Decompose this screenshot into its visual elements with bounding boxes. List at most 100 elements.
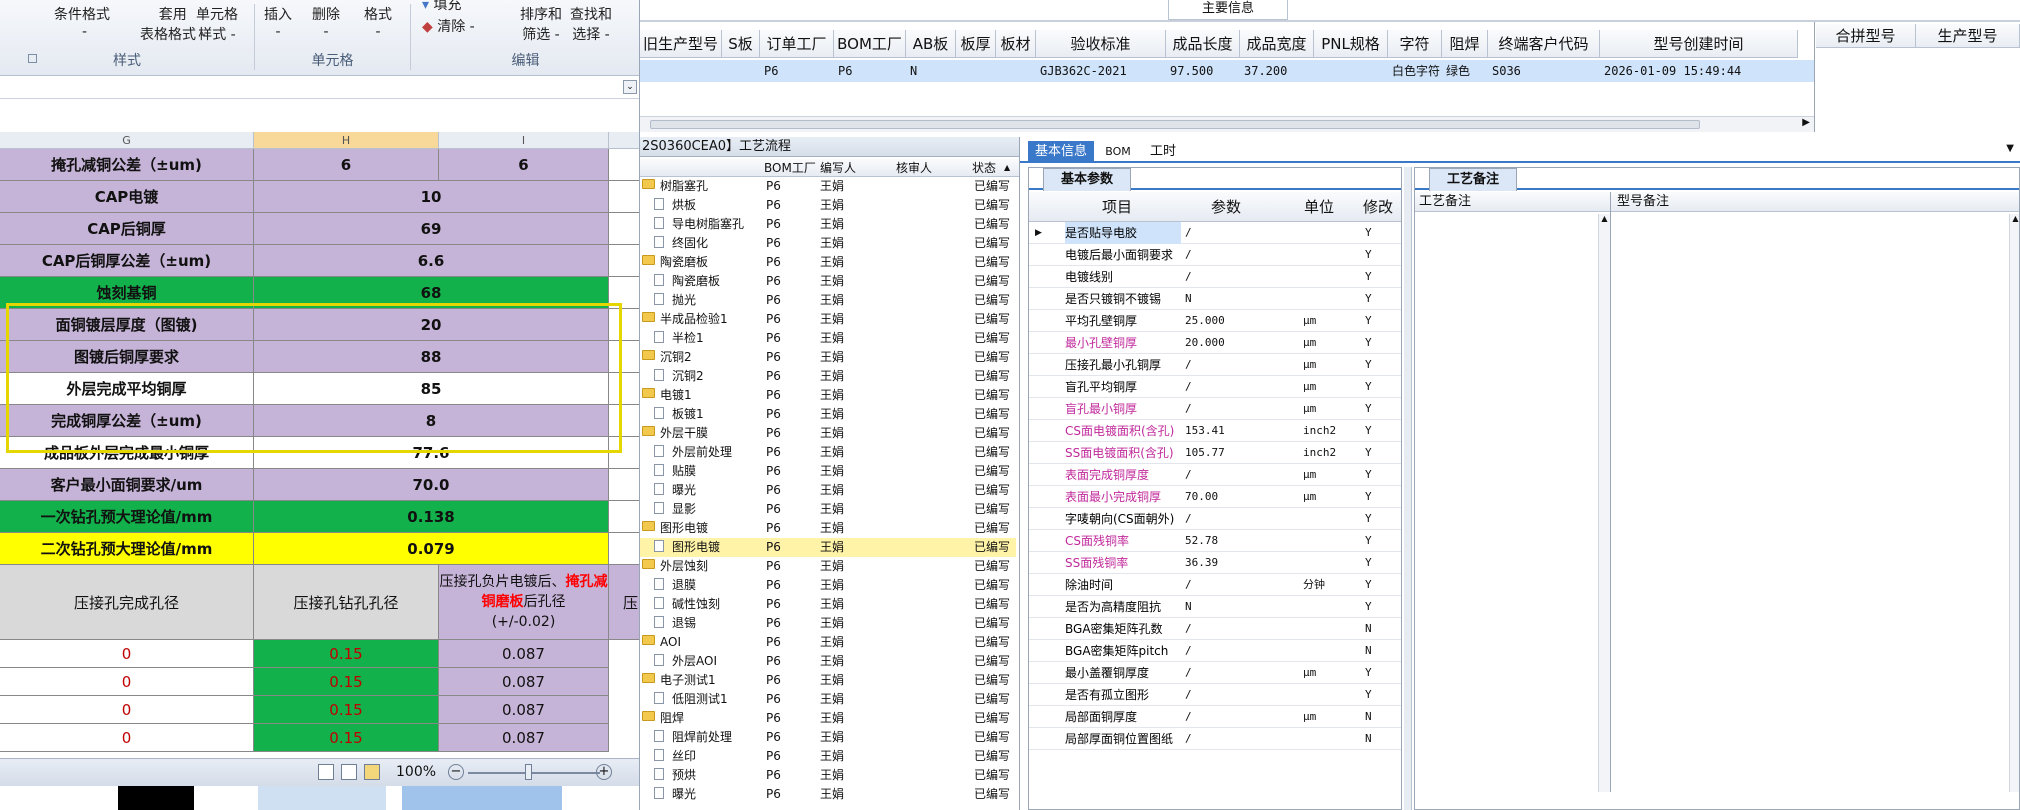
column-header-j[interactable] — [609, 132, 639, 149]
lower-cell-i[interactable]: 0.087 — [439, 668, 609, 696]
param-row[interactable]: 电镀后最小面铜要求 / Y — [1029, 244, 1401, 266]
lower-cell-i[interactable]: 0.087 — [439, 696, 609, 724]
process-row[interactable]: 外层前处理 P6 王娟 已编写 — [640, 443, 1016, 462]
process-row[interactable]: 贴膜 P6 王娟 已编写 — [640, 462, 1016, 481]
expand-formula-icon[interactable]: ⌄ — [623, 80, 637, 94]
header-item[interactable]: 项目 — [1067, 192, 1167, 222]
process-row[interactable]: 陶瓷磨板 P6 王娟 已编写 — [640, 272, 1016, 291]
column-header-h[interactable]: H — [254, 132, 439, 149]
horizontal-scrollbar[interactable]: ▶ — [640, 116, 1814, 132]
param-row[interactable]: 字唛朝向(CS面朝外) / Y — [1029, 508, 1401, 530]
zoom-slider[interactable] — [468, 772, 600, 774]
header-modify[interactable]: 修改 — [1363, 192, 1401, 222]
row-empty-cell[interactable] — [609, 213, 639, 245]
row-empty-cell[interactable] — [609, 277, 639, 309]
header-writer[interactable]: 编写人 — [820, 159, 856, 177]
row-label[interactable]: 蚀刻基铜 — [0, 277, 254, 309]
row-empty-cell[interactable] — [609, 501, 639, 533]
grid-cell[interactable]: 绿色 — [1446, 60, 1488, 82]
process-row[interactable]: 阻焊 P6 王娟 已编写 — [640, 709, 1016, 728]
row-empty-cell[interactable] — [609, 309, 639, 341]
process-row[interactable]: 退锡 P6 王娟 已编写 — [640, 614, 1016, 633]
param-row[interactable]: 除油时间 / 分钟 Y — [1029, 574, 1401, 596]
row-label[interactable]: 一次钻孔预大理论值/mm — [0, 501, 254, 533]
param-row[interactable]: 表面最小完成铜厚 70.00 μm Y — [1029, 486, 1401, 508]
lower-cell-i[interactable]: 0.087 — [439, 724, 609, 752]
dropdown-icon[interactable]: ▼ — [2006, 143, 2014, 154]
row-empty-cell[interactable] — [609, 405, 639, 437]
header-status[interactable]: 状态 — [972, 159, 996, 177]
grid-header[interactable]: 阻焊 — [1442, 30, 1488, 58]
header-unit[interactable]: 单位 — [1301, 192, 1337, 222]
grid-header[interactable]: 终端客户代码 — [1488, 30, 1600, 58]
grid-header[interactable]: 订单工厂 — [760, 30, 834, 58]
grid-cell[interactable]: N — [910, 60, 956, 82]
notes-scrollbar[interactable]: ▲ — [1598, 214, 1610, 792]
process-row[interactable]: 电子测试1 P6 王娟 已编写 — [640, 671, 1016, 690]
grid-header[interactable]: AB板 — [906, 30, 956, 58]
row-label[interactable]: 二次钻孔预大理论值/mm — [0, 533, 254, 565]
tab-basic-params[interactable]: 基本参数 — [1043, 168, 1131, 191]
insert-button[interactable]: 插入 - — [264, 4, 292, 40]
grid-header[interactable]: BOM工厂 — [834, 30, 906, 58]
column-header-g[interactable]: G — [0, 132, 254, 149]
process-row[interactable]: 曝光 P6 王娟 已编写 — [640, 481, 1016, 500]
row-value-merged[interactable]: 85 — [254, 373, 609, 405]
grid-header[interactable]: PNL规格 — [1314, 30, 1388, 58]
row-label[interactable]: 外层完成平均铜厚 — [0, 373, 254, 405]
process-row[interactable]: 退膜 P6 王娟 已编写 — [640, 576, 1016, 595]
sort-icon[interactable]: ▲ — [1004, 159, 1010, 177]
grid-header[interactable]: 板厚 — [956, 30, 996, 58]
dialog-launcher-icon[interactable] — [28, 54, 37, 63]
process-row[interactable]: 外层蚀刻 P6 王娟 已编写 — [640, 557, 1016, 576]
fill-button[interactable]: ▾ 填充 — [422, 0, 461, 14]
param-row[interactable]: CS面电镀面积(含孔) 153.41 inch2 Y — [1029, 420, 1401, 442]
param-row[interactable]: 盲孔最小铜厚 / μm Y — [1029, 398, 1401, 420]
scrollbar-thumb[interactable] — [650, 120, 1700, 129]
param-row[interactable]: 局部厚面铜位置图纸 / N — [1029, 728, 1401, 750]
format-button[interactable]: 格式 - — [364, 4, 392, 40]
grid-cell[interactable] — [644, 60, 722, 82]
grid-cell[interactable]: 37.200 — [1244, 60, 1314, 82]
lower-cell-i[interactable]: 0.087 — [439, 640, 609, 668]
param-row[interactable]: 平均孔壁铜厚 25.000 μm Y — [1029, 310, 1401, 332]
clear-button[interactable]: ◆ 清除 - — [422, 16, 475, 36]
grid-header[interactable]: 成品宽度 — [1240, 30, 1314, 58]
grid-header[interactable]: 字符 — [1388, 30, 1442, 58]
page-break-icon[interactable] — [364, 764, 380, 780]
grid-header[interactable]: 成品长度 — [1166, 30, 1240, 58]
process-row[interactable]: 抛光 P6 王娟 已编写 — [640, 291, 1016, 310]
header-param[interactable]: 参数 — [1181, 192, 1271, 222]
param-row[interactable]: 是否有孤立图形 / Y — [1029, 684, 1401, 706]
row-value-merged[interactable]: 0.079 — [254, 533, 609, 565]
sort-filter-button[interactable]: 排序和 筛选 - — [520, 4, 562, 44]
process-row[interactable]: 半检1 P6 王娟 已编写 — [640, 329, 1016, 348]
row-empty-cell[interactable] — [609, 469, 639, 501]
grid-cell[interactable] — [1318, 60, 1388, 82]
process-row[interactable]: 沉铜2 P6 王娟 已编写 — [640, 367, 1016, 386]
grid-cell[interactable]: GJB362C-2021 — [1040, 60, 1166, 82]
row-value-merged[interactable]: 8 — [254, 405, 609, 437]
row-label[interactable]: 客户最小面铜要求/um — [0, 469, 254, 501]
grid-cell[interactable] — [726, 60, 760, 82]
row-value-merged[interactable]: 0.138 — [254, 501, 609, 533]
row-empty-cell[interactable] — [609, 437, 639, 469]
row-value-merged[interactable]: 88 — [254, 341, 609, 373]
process-row[interactable]: 导电树脂塞孔 P6 王娟 已编写 — [640, 215, 1016, 234]
lower-cell-h[interactable]: 0.15 — [254, 640, 439, 668]
grid-cell[interactable]: P6 — [764, 60, 834, 82]
process-notes-box[interactable]: 工艺备注 ▲ — [1415, 192, 1611, 792]
row-value-i[interactable]: 6 — [439, 149, 609, 181]
notes-scrollbar[interactable]: ▲ — [2009, 214, 2019, 792]
param-row[interactable]: SS面残铜率 36.39 Y — [1029, 552, 1401, 574]
grid-cell[interactable]: 2026-01-09 15:49:44 — [1604, 60, 1798, 82]
param-row[interactable]: 压接孔最小孔铜厚 / μm Y — [1029, 354, 1401, 376]
splitter[interactable] — [1404, 167, 1412, 810]
process-row[interactable]: 图形电镀 P6 王娟 已编写 — [640, 519, 1016, 538]
process-row[interactable]: 板镀1 P6 王娟 已编写 — [640, 405, 1016, 424]
row-empty-cell[interactable] — [609, 245, 639, 277]
process-row[interactable]: 预烘 P6 王娟 已编写 — [640, 766, 1016, 785]
row-value-merged[interactable]: 77.6 — [254, 437, 609, 469]
normal-view-icon[interactable] — [318, 764, 334, 780]
grid-header[interactable]: S板 — [722, 30, 760, 58]
